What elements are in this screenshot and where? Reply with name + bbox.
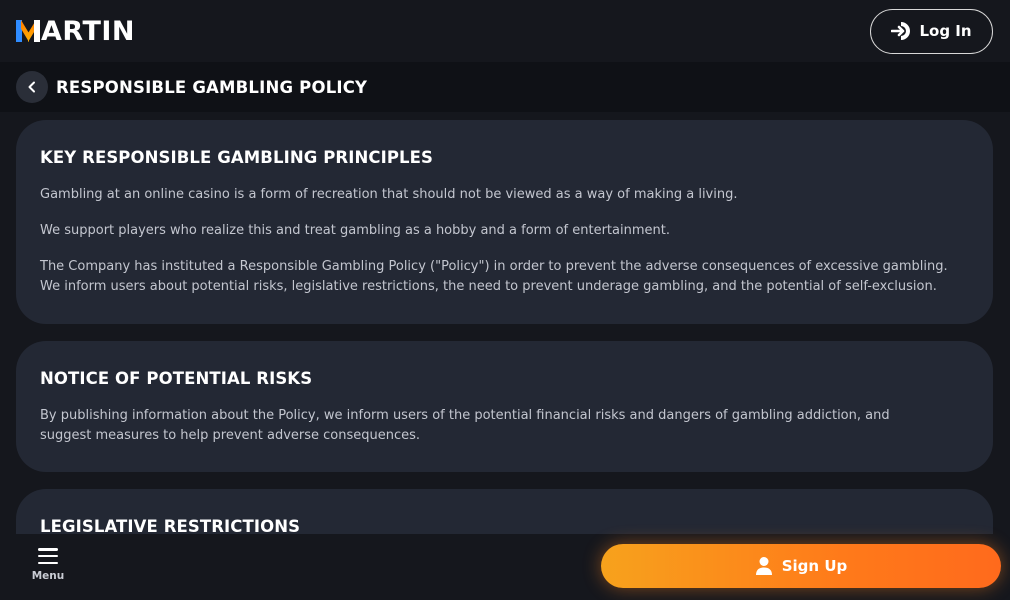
- menu-label: Menu: [31, 570, 65, 582]
- logo-mark-icon: [16, 20, 40, 42]
- back-button[interactable]: [16, 71, 48, 103]
- logo-text: ARTIN: [41, 15, 136, 47]
- page-titlebar: RESPONSIBLE GAMBLING POLICY: [0, 62, 1010, 112]
- section-paragraph: We support players who realize this and …: [40, 223, 670, 238]
- signup-button[interactable]: Sign Up: [601, 544, 1001, 588]
- bottom-bar: Menu Sign Up: [0, 534, 1010, 600]
- section-card: NOTICE OF POTENTIAL RISKS By publishing …: [16, 341, 993, 472]
- login-button[interactable]: Log In: [870, 8, 993, 54]
- section-paragraph: By publishing information about the Poli…: [40, 408, 890, 443]
- brand-logo[interactable]: ARTIN: [16, 16, 135, 47]
- section-card: KEY RESPONSIBLE GAMBLING PRINCIPLES Gamb…: [16, 120, 993, 324]
- section-heading: KEY RESPONSIBLE GAMBLING PRINCIPLES: [40, 148, 433, 167]
- menu-button[interactable]: Menu: [28, 548, 68, 592]
- top-header: ARTIN Log In: [0, 0, 1010, 62]
- signup-label: Sign Up: [781, 557, 848, 575]
- page-title: RESPONSIBLE GAMBLING POLICY: [56, 77, 368, 97]
- chevron-left-icon: [28, 81, 35, 93]
- hamburger-icon: [38, 548, 58, 564]
- login-arrow-icon: [891, 22, 911, 40]
- section-paragraph: The Company has instituted a Responsible…: [40, 259, 948, 294]
- login-label: Log In: [919, 22, 972, 40]
- section-heading: NOTICE OF POTENTIAL RISKS: [40, 369, 313, 388]
- page: ARTIN Log In RESPONSIBLE GAMBLING POLICY…: [0, 0, 1010, 600]
- policy-content: KEY RESPONSIBLE GAMBLING PRINCIPLES Gamb…: [16, 120, 993, 600]
- section-paragraph: Gambling at an online casino is a form o…: [40, 187, 738, 202]
- user-icon: [755, 557, 772, 575]
